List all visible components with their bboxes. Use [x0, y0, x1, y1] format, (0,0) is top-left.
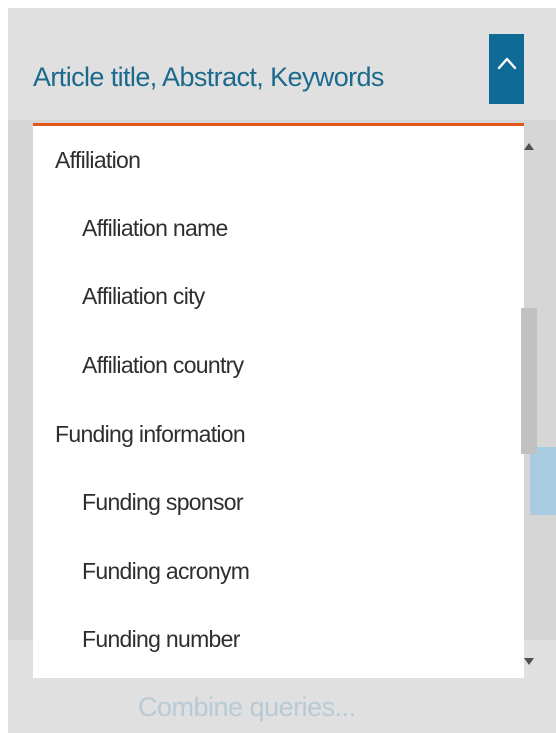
listbox-scrollbar-track[interactable]: [486, 126, 524, 678]
option-funding-sponsor[interactable]: Funding sponsor: [82, 489, 244, 516]
option-funding-number[interactable]: Funding number: [82, 626, 240, 653]
option-affiliation-city[interactable]: Affiliation city: [82, 283, 205, 310]
chevron-up-icon: [497, 57, 516, 70]
field-options-listbox[interactable]: Affiliation Affiliation name Affiliation…: [33, 126, 524, 678]
option-affiliation-country[interactable]: Affiliation country: [82, 352, 244, 379]
background-search-button-edge: [530, 447, 556, 515]
combine-queries-link[interactable]: Combine queries...: [138, 692, 356, 723]
option-affiliation[interactable]: Affiliation: [55, 147, 141, 174]
option-funding-information[interactable]: Funding information: [55, 421, 246, 448]
scroll-down-arrow-icon[interactable]: [522, 655, 536, 667]
option-funding-acronym[interactable]: Funding acronym: [82, 558, 250, 585]
option-affiliation-name[interactable]: Affiliation name: [82, 215, 228, 242]
selected-field-label: Article title, Abstract, Keywords: [33, 62, 384, 92]
field-selector-header[interactable]: Article title, Abstract, Keywords: [33, 34, 524, 126]
listbox-scrollbar-thumb[interactable]: [521, 308, 537, 454]
collapse-dropdown-button[interactable]: [489, 34, 524, 104]
scroll-up-arrow-icon[interactable]: [522, 140, 536, 152]
